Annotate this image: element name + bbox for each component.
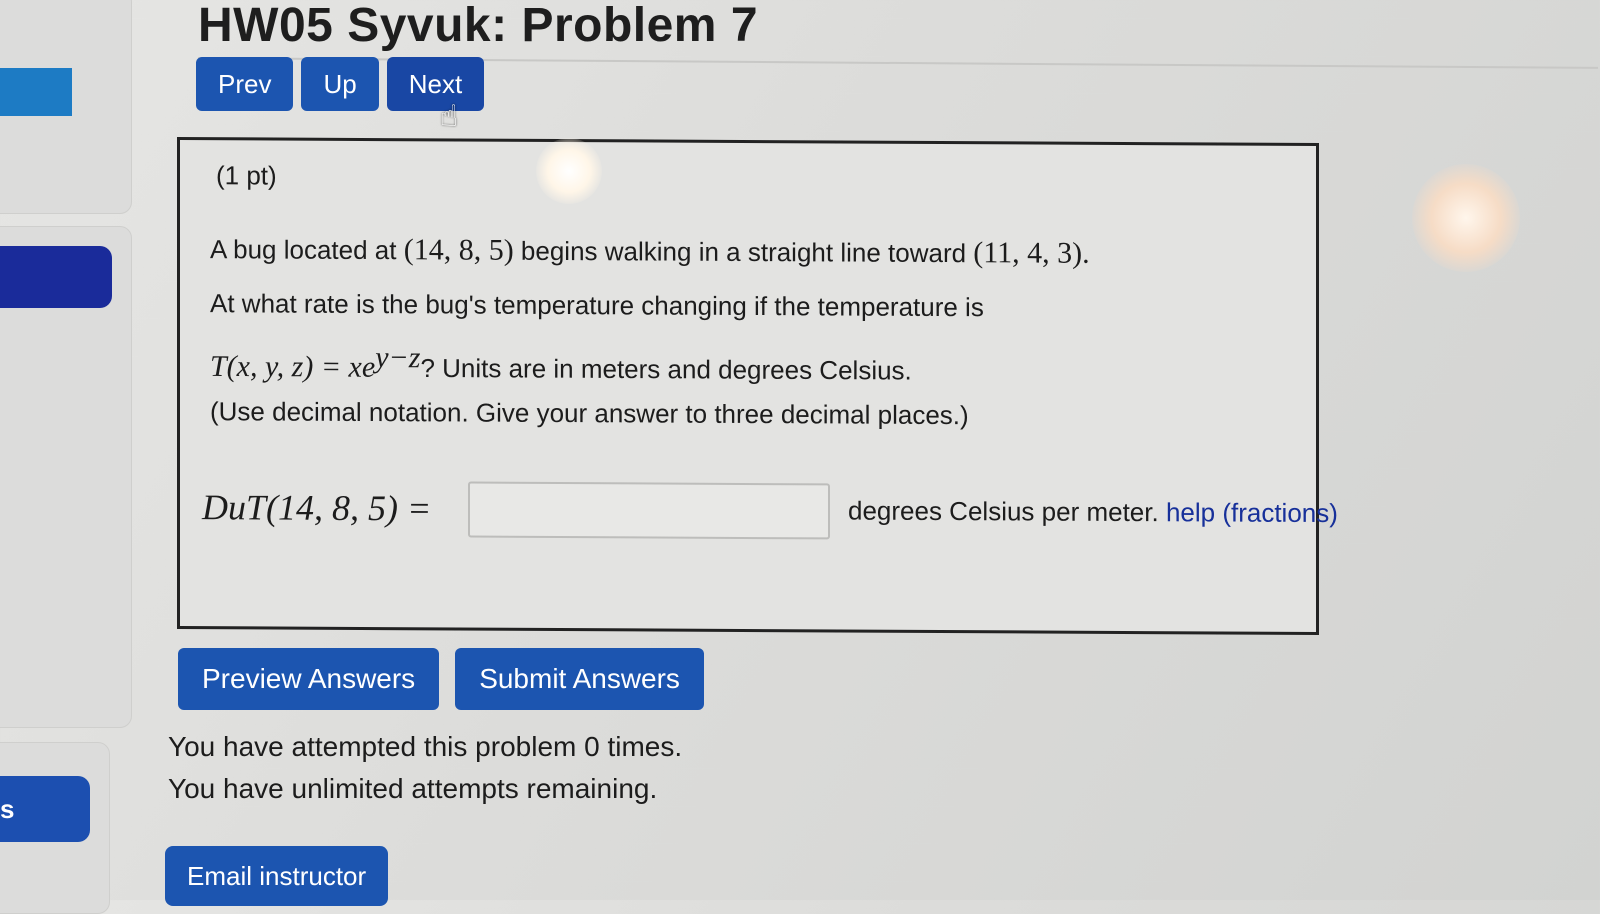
attempts-text: You have attempted this problem 0 times. — [168, 731, 683, 762]
answer-label: DuT(14, 8, 5) = — [202, 487, 432, 529]
sidebar-item-active[interactable] — [0, 68, 72, 116]
problem-text: begins walking in a straight line toward — [513, 235, 974, 269]
problem-text: ? Units are in meters and degrees Celsiu… — [420, 352, 912, 386]
up-button[interactable]: Up — [301, 57, 379, 111]
problem-text: A bug located at — [210, 234, 404, 266]
units-text: degrees Celsius per meter. help (fractio… — [848, 496, 1338, 530]
units-label: degrees Celsius per meter. — [848, 495, 1159, 528]
answer-input[interactable] — [468, 481, 830, 540]
problem-line-1: A bug located at (14, 8, 5) begins walki… — [210, 232, 1090, 271]
problem-instructions: (Use decimal notation. Give your answer … — [210, 396, 969, 431]
submit-answers-button[interactable]: Submit Answers — [455, 648, 704, 710]
problem-line-3: T(x, y, z) = xey−z? Units are in meters … — [210, 340, 912, 387]
screen-glare — [1412, 164, 1520, 272]
sidebar-item-bottom[interactable]: s — [0, 776, 90, 842]
email-instructor-button[interactable]: Email instructor — [165, 846, 389, 906]
answer-actions: Preview Answers Submit Answers — [178, 648, 704, 710]
sidebar-item-highlight[interactable] — [0, 246, 112, 308]
screen-glare — [536, 138, 602, 204]
prev-button[interactable]: Prev — [196, 57, 294, 111]
help-fractions-link[interactable]: help (fractions) — [1166, 497, 1338, 528]
page-title: HW05 Syvuk: Problem 7 — [198, 0, 759, 52]
sidebar-item-label: s — [0, 794, 15, 824]
remaining-text: You have unlimited attempts remaining. — [168, 773, 658, 804]
problem-points: (1 pt) — [216, 160, 277, 191]
preview-answers-button[interactable]: Preview Answers — [178, 648, 440, 710]
next-button[interactable]: Next — [386, 57, 485, 111]
start-point: (14, 8, 5) — [403, 233, 514, 267]
answer-row: DuT(14, 8, 5) = degrees Celsius per mete… — [202, 480, 1338, 556]
problem-line-2: At what rate is the bug's temperature ch… — [210, 288, 984, 323]
problem-box: (1 pt) A bug located at (14, 8, 5) begin… — [177, 137, 1338, 635]
hand-cursor-icon: ☝ — [440, 100, 459, 133]
sidebar: s — [0, 0, 140, 914]
function-exponent: y−z — [375, 341, 421, 375]
temperature-function: T(x, y, z) = xe — [210, 349, 376, 384]
attempt-status: You have attempted this problem 0 times.… — [168, 726, 682, 810]
end-point: (11, 4, 3). — [973, 236, 1090, 270]
